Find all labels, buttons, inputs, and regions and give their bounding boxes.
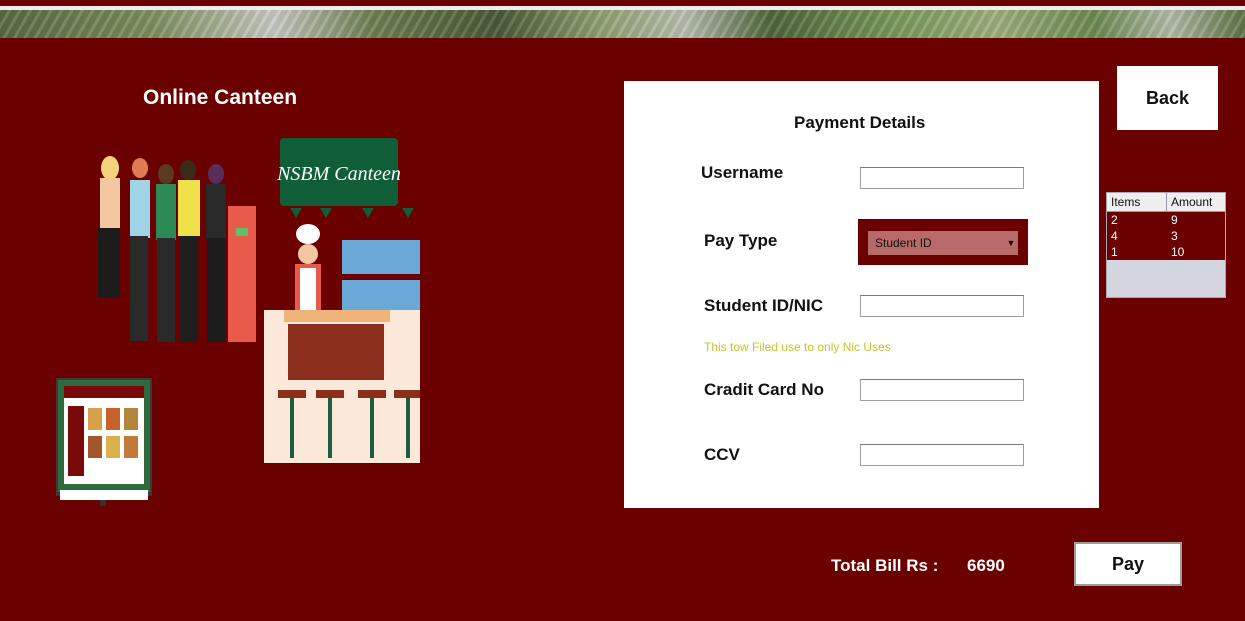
back-button[interactable]: Back (1117, 66, 1218, 130)
pay-type-container: Student ID ▼ (858, 219, 1028, 265)
chef-figure (295, 224, 321, 310)
total-bill-value: 6690 (967, 556, 1005, 575)
column-header-amount[interactable]: Amount (1167, 193, 1225, 211)
pay-type-selected: Student ID (875, 236, 932, 250)
nic-hint-text: This tow Filed use to only Nic Uses (704, 340, 891, 354)
table-header: Items Amount (1107, 193, 1225, 212)
table-row[interactable]: 4 3 (1107, 228, 1225, 244)
table-body: 2 9 4 3 1 10 (1107, 212, 1225, 260)
total-bill-label: Total Bill Rs : (831, 556, 939, 575)
table-row[interactable]: 2 9 (1107, 212, 1225, 228)
student-id-label: Student ID/NIC (704, 296, 823, 315)
table-cell: 4 (1111, 229, 1118, 243)
kiosk-screen-image (56, 378, 152, 506)
ccv-label: CCV (704, 445, 740, 464)
table-cell: 10 (1171, 245, 1185, 259)
banner-texture (0, 6, 1245, 38)
items-table[interactable]: Items Amount 2 9 4 3 1 10 (1106, 192, 1226, 298)
app-title: Online Canteen (143, 86, 298, 109)
table-cell: 3 (1171, 229, 1178, 243)
banner-top-line (0, 6, 1245, 10)
header-banner-image (0, 6, 1245, 38)
payment-details-panel: Payment Details Username Pay Type Studen… (624, 81, 1099, 508)
table-cell: 2 (1111, 213, 1118, 227)
canteen-sign-text: NSBM Canteen (276, 163, 401, 185)
ccv-field[interactable] (860, 444, 1024, 466)
column-header-items[interactable]: Items (1107, 193, 1167, 211)
pay-type-select[interactable]: Student ID ▼ (868, 231, 1018, 255)
student-id-field[interactable] (860, 295, 1024, 317)
panel-title: Payment Details (794, 113, 926, 132)
username-label: Username (701, 163, 784, 182)
canteen-sign: NSBM Canteen (276, 138, 414, 218)
table-row[interactable]: 1 10 (1107, 244, 1225, 260)
card-number-field[interactable] (860, 379, 1024, 401)
pay-type-label: Pay Type (704, 231, 778, 250)
username-field[interactable] (860, 167, 1024, 189)
card-number-label: Cradit Card No (704, 380, 824, 399)
table-cell: 1 (1111, 245, 1118, 259)
dropdown-arrow-icon[interactable]: ▼ (1004, 231, 1018, 255)
table-cell: 9 (1171, 213, 1178, 227)
pay-button[interactable]: Pay (1074, 542, 1182, 586)
